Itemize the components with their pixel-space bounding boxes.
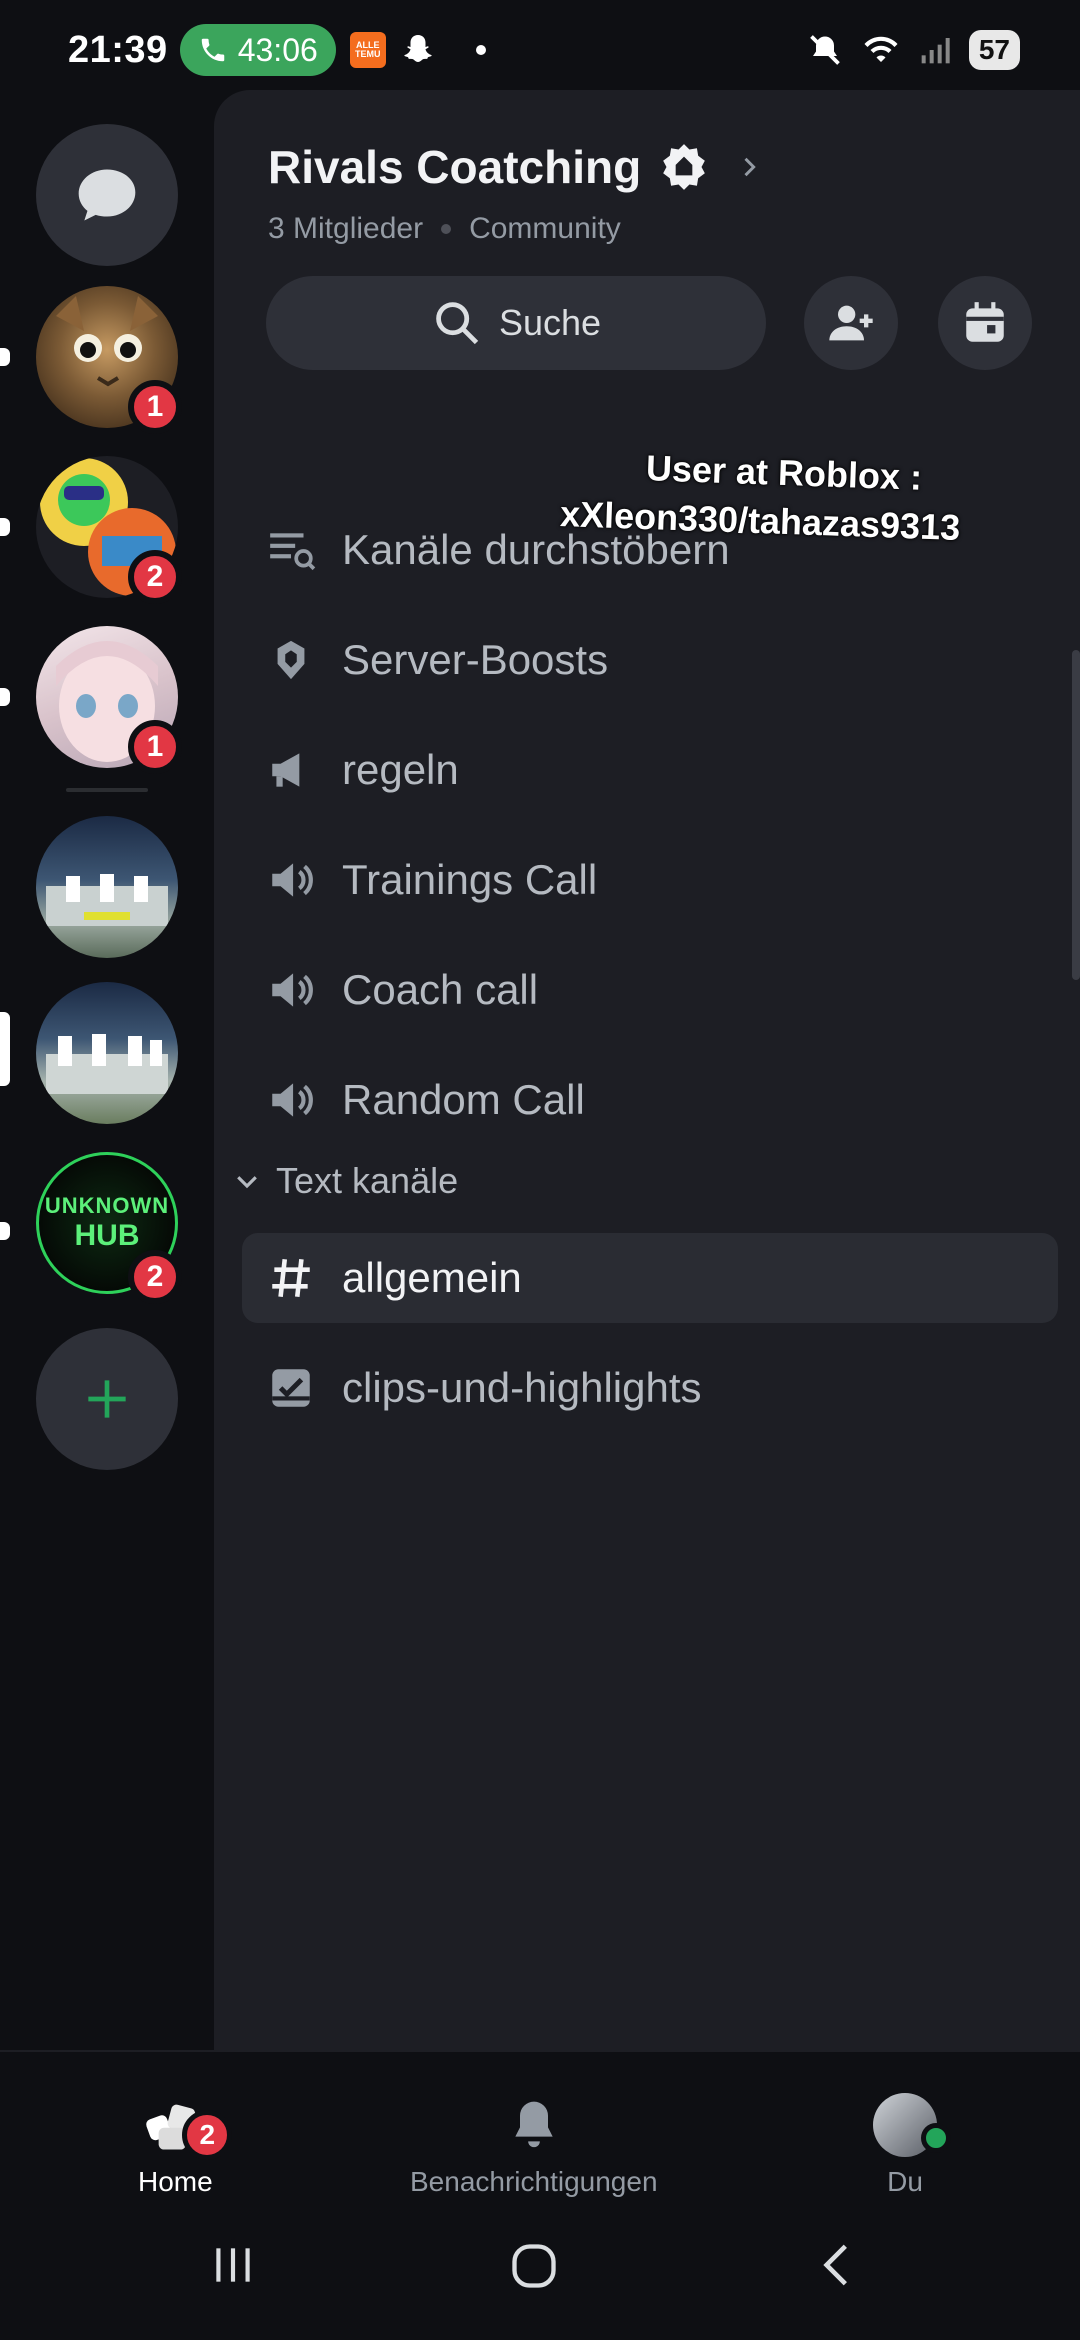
chevron-down-icon — [237, 1176, 257, 1189]
voice-icon — [266, 855, 316, 905]
forum-icon — [266, 1363, 316, 1413]
home-icon: 2 — [140, 2092, 233, 2160]
channel-name: Server-Boosts — [342, 636, 609, 683]
snapchat-ghost-icon — [404, 35, 432, 63]
home-unread-badge: 2 — [182, 2110, 233, 2160]
battery-level: 57 — [968, 30, 1020, 70]
channel-name: clips-und-highlights — [342, 1364, 702, 1411]
community-badge-icon — [663, 144, 706, 190]
channel-trainings-call[interactable]: Trainings Call — [266, 835, 1066, 925]
recent-apps-icon[interactable] — [208, 2240, 258, 2290]
search-icon — [436, 302, 479, 345]
chat-bubble-icon — [78, 169, 136, 221]
unread-badge: 2 — [128, 1250, 182, 1304]
search-label: Suche — [498, 302, 602, 343]
search-button[interactable]: Suche — [266, 276, 766, 370]
events-button[interactable] — [938, 276, 1032, 370]
unread-badge: 1 — [128, 720, 182, 774]
unread-badge: 2 — [128, 550, 182, 604]
unread-indicator — [0, 348, 10, 366]
roblox-scene-icon — [46, 874, 168, 926]
server-icon-roblox-2-selected[interactable] — [36, 982, 178, 1124]
rail-divider — [66, 788, 148, 792]
phone-icon — [201, 38, 224, 62]
temu-notification-icon: ALLE TEMU — [349, 32, 386, 68]
channel-name: regeln — [342, 746, 459, 793]
scrollbar[interactable] — [1072, 650, 1080, 980]
more-notifications-dot — [475, 45, 486, 55]
member-count: 3 Mitglieder — [268, 212, 424, 245]
channel-name: Coach call — [342, 966, 539, 1013]
online-status-dot — [921, 2123, 951, 2153]
announcement-icon — [266, 745, 316, 795]
ongoing-call-pill[interactable]: 43:06 — [179, 24, 336, 76]
calendar-icon — [966, 302, 1004, 342]
tab-home[interactable]: 2 Home — [138, 2092, 233, 2198]
back-icon[interactable] — [812, 2240, 862, 2290]
channel-regeln[interactable]: regeln — [266, 725, 1066, 815]
channel-name: allgemein — [342, 1254, 522, 1301]
add-user-icon — [829, 305, 873, 341]
channel-allgemein-selected[interactable]: allgemein — [242, 1233, 1058, 1323]
add-server-button[interactable] — [36, 1328, 178, 1470]
chevron-right-icon — [744, 157, 756, 177]
boost-icon — [266, 635, 316, 685]
invite-members-button[interactable] — [804, 276, 898, 370]
system-navigation-bar — [0, 2200, 1080, 2340]
tab-notifications[interactable]: Benachrichtigungen — [410, 2092, 658, 2198]
overlay-caption-line1: User at Roblox : — [645, 447, 923, 498]
channel-name: Random Call — [342, 1076, 585, 1123]
channel-clips-und-highlights[interactable]: clips-und-highlights — [266, 1343, 1066, 1433]
direct-messages-button[interactable] — [36, 124, 178, 266]
voice-icon — [266, 1075, 316, 1125]
clock: 21:39 — [68, 28, 168, 71]
server-name: Rivals Coatching — [268, 141, 642, 193]
hub-logo-text: UNKNOWN — [44, 1193, 170, 1218]
server-header[interactable]: Rivals Coatching — [268, 140, 763, 194]
voice-icon — [266, 965, 316, 1015]
channel-server-boosts[interactable]: Server-Boosts — [266, 615, 1066, 705]
channel-coach-call[interactable]: Coach call — [266, 945, 1066, 1035]
plus-icon — [88, 1380, 126, 1418]
call-timer: 43:06 — [237, 31, 318, 68]
tab-label: Home — [138, 2166, 213, 2197]
unread-indicator — [0, 1222, 10, 1240]
unread-badge: 1 — [128, 380, 182, 434]
status-bar: 21:39 43:06 ALLE TEMU 57 — [0, 0, 1080, 100]
channel-panel: Rivals Coatching 3 Mitglieder Community … — [214, 90, 1080, 2050]
selected-server-indicator — [0, 1012, 10, 1086]
separator-dot — [441, 224, 452, 234]
tab-label: Benachrichtigungen — [410, 2166, 658, 2197]
unread-indicator — [0, 518, 10, 536]
avatar — [873, 2093, 951, 2157]
bell-icon — [499, 2092, 569, 2158]
category-name: Text kanäle — [276, 1160, 459, 1201]
server-type: Community — [469, 212, 621, 245]
mute-icon — [810, 35, 840, 65]
server-icon-roblox-1[interactable] — [36, 816, 178, 958]
hub-logo-text: HUB — [74, 1219, 140, 1252]
profile-avatar — [870, 2092, 951, 2158]
wifi-icon — [864, 36, 898, 62]
server-meta: 3 Mitglieder Community — [268, 212, 621, 246]
tab-label: Du — [887, 2166, 923, 2197]
roblox-scene-icon — [46, 1034, 168, 1094]
hash-icon — [266, 1253, 316, 1303]
unread-indicator — [0, 688, 10, 706]
bottom-navigation: 2 Home Benachrichtigungen Du — [0, 2050, 1080, 2200]
channel-random-call[interactable]: Random Call — [266, 1055, 1066, 1145]
signal-icon — [921, 38, 950, 64]
category-text-channels[interactable]: Text kanäle — [232, 1160, 458, 1202]
home-system-icon[interactable] — [508, 2240, 560, 2292]
channel-name: Trainings Call — [342, 856, 598, 903]
server-rail: 1 2 1 UNKNOWN HUB 2 — [0, 110, 214, 2050]
tab-you[interactable]: Du — [870, 2092, 951, 2198]
browse-channels-icon — [266, 525, 316, 575]
